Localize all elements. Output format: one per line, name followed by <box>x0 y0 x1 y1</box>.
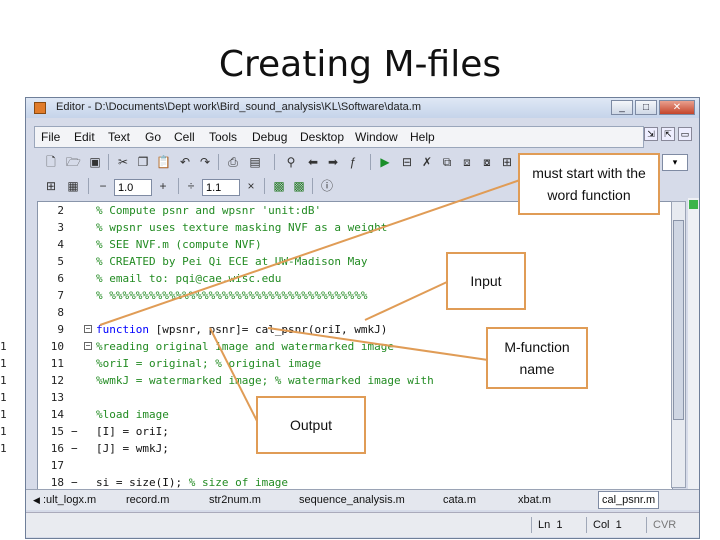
step-out-icon[interactable]: ⧇ <box>480 155 494 169</box>
matlab-app-icon <box>34 102 46 114</box>
find-icon[interactable]: ⚲ <box>284 155 298 169</box>
code-line: 4% SEE NVF.m (compute NVF) <box>57 238 262 251</box>
menu-debug[interactable]: Debug <box>252 130 287 144</box>
callout-output: Output <box>256 396 366 454</box>
file-tab[interactable]: :ult_logx.m <box>40 492 99 508</box>
status-bar: Ln 1 Col 1 CVR <box>26 512 699 537</box>
stack-dropdown[interactable]: ▾ <box>662 154 688 171</box>
open-folder-icon[interactable]: 🗁 <box>66 155 81 169</box>
menu-desktop[interactable]: Desktop <box>300 130 344 144</box>
publish-options-icon[interactable]: ▩ <box>292 179 306 193</box>
forward-arrow-icon[interactable]: ➡ <box>326 155 340 169</box>
print-icon[interactable]: ⎙ <box>226 155 240 169</box>
format-icon[interactable]: ▤ <box>248 155 262 169</box>
restore-icon[interactable]: ▭ <box>678 127 692 141</box>
menu-window[interactable]: Window <box>355 130 398 144</box>
fold-toggle-icon[interactable]: − <box>84 342 92 350</box>
divide-value-field[interactable]: 1.1 <box>202 179 240 196</box>
publish-icon[interactable]: ▩ <box>272 179 286 193</box>
window-titlebar: Editor - D:\Documents\Dept work\Bird_sou… <box>26 98 699 118</box>
menubar: File Edit Text Go Cell Tools Debug Deskt… <box>34 126 644 148</box>
code-line: 7% %%%%%%%%%%%%%%%%%%%%%%%%%%%%%%%%%%%%%… <box>57 289 368 302</box>
function-signature: [wpsnr, psnr]= cal_psnr(oriI, wmkJ) <box>148 323 388 336</box>
code-line: 5% CREATED by Pei Qi ECE at UW-Madison M… <box>57 255 368 268</box>
slide-title: Creating M-files <box>218 44 502 85</box>
info-icon[interactable]: ⓘ <box>320 179 334 193</box>
run-icon[interactable]: ▶ <box>378 155 392 169</box>
clear-breakpoints-icon[interactable]: ✗ <box>420 155 434 169</box>
file-tab[interactable]: record.m <box>123 492 172 508</box>
menu-tools[interactable]: Tools <box>209 130 237 144</box>
redo-icon[interactable]: ↷ <box>198 155 212 169</box>
window-title: Editor - D:\Documents\Dept work\Bird_sou… <box>56 101 421 113</box>
menu-go[interactable]: Go <box>145 130 161 144</box>
file-tab[interactable]: cata.m <box>440 492 479 508</box>
menu-text[interactable]: Text <box>108 130 130 144</box>
column-label: Col <box>593 519 610 531</box>
line-value: 1 <box>556 519 563 531</box>
menu-file[interactable]: File <box>41 130 60 144</box>
copy-icon[interactable]: ❐ <box>136 155 150 169</box>
status-indicator-icon <box>689 200 698 209</box>
code-line: 18− si = size(I); % size of image <box>50 476 289 489</box>
code-line: 17 <box>50 459 64 472</box>
file-tab-active[interactable]: cal_psnr.m <box>598 491 660 509</box>
decrement-value-field[interactable]: 1.0 <box>114 179 152 196</box>
column-value: 1 <box>615 519 622 531</box>
file-tab[interactable]: sequence_analysis.m <box>296 492 408 508</box>
undo-icon[interactable]: ↶ <box>178 155 192 169</box>
code-line: 6% email to: pqi@cae.wisc.edu <box>57 272 282 285</box>
callout-input: Input <box>446 252 526 310</box>
menu-help[interactable]: Help <box>410 130 435 144</box>
menu-cell[interactable]: Cell <box>174 130 195 144</box>
background-line-numbers: 1 1 1 1 1 1 1 <box>0 340 7 455</box>
breakpoint-icon[interactable]: ⊟ <box>400 155 414 169</box>
decrement-icon[interactable]: − <box>96 179 110 193</box>
maximize-button[interactable]: □ <box>635 100 657 115</box>
scrollbar-thumb[interactable] <box>673 220 684 420</box>
line-label: Ln <box>538 519 551 531</box>
dock-icon[interactable]: ⇲ <box>644 127 658 141</box>
minimize-button[interactable]: _ <box>611 100 633 115</box>
continue-icon[interactable]: ⊞ <box>500 155 514 169</box>
back-arrow-icon[interactable]: ⬅ <box>306 155 320 169</box>
step-in-icon[interactable]: ⧈ <box>460 155 474 169</box>
cell-eval-icon[interactable]: ▦ <box>66 179 80 193</box>
fold-toggle-icon[interactable]: − <box>84 325 92 333</box>
file-tab[interactable]: xbat.m <box>515 492 554 508</box>
cell-insert-icon[interactable]: ⊞ <box>44 179 58 193</box>
code-line: 8 <box>57 306 64 319</box>
step-icon[interactable]: ⧉ <box>440 155 454 169</box>
callout-mfunction-name: M-function name <box>486 327 588 389</box>
save-icon[interactable]: ▣ <box>88 155 102 169</box>
increment-icon[interactable]: + <box>156 179 170 193</box>
function-icon[interactable]: ƒ <box>346 155 360 169</box>
file-tab[interactable]: str2num.m <box>206 492 264 508</box>
undock-icon[interactable]: ⇱ <box>661 127 675 141</box>
multiply-icon[interactable]: × <box>244 179 258 193</box>
callout-must-start-with-function: must start with the word function <box>518 153 660 215</box>
new-file-icon[interactable]: 🗋 <box>44 155 58 169</box>
code-line: 3% wpsnr uses texture masking NVF as a w… <box>57 221 388 234</box>
function-keyword: function <box>96 323 149 336</box>
editor-vertical-scrollbar[interactable] <box>671 201 686 488</box>
overwrite-mode: CVR <box>646 517 693 533</box>
divide-icon[interactable]: ÷ <box>184 179 198 193</box>
menu-edit[interactable]: Edit <box>74 130 95 144</box>
cut-icon[interactable]: ✂ <box>116 155 130 169</box>
file-tabs: ◀ :ult_logx.m record.m str2num.m sequenc… <box>26 489 699 510</box>
close-button[interactable]: ✕ <box>659 100 695 115</box>
paste-icon[interactable]: 📋 <box>156 155 171 169</box>
